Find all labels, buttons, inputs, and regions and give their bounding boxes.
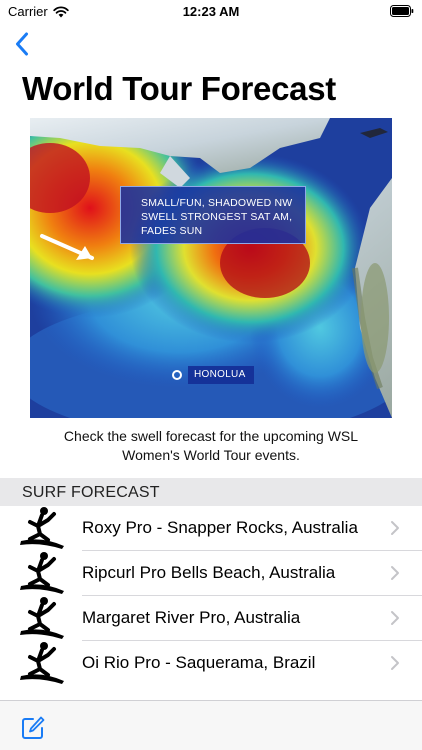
status-time: 12:23 AM — [182, 4, 240, 19]
compose-button[interactable] — [20, 715, 46, 741]
bottom-toolbar — [0, 700, 422, 750]
surfer-icon — [20, 642, 64, 684]
section-header: SURF FORECAST — [0, 478, 422, 506]
chevron-right-icon — [391, 521, 399, 535]
back-button[interactable] — [8, 28, 36, 60]
callout-line: SWELL STRONGEST SAT AM, — [141, 211, 293, 223]
list-item[interactable]: Roxy Pro - Snapper Rocks, Australia — [0, 506, 422, 551]
event-label: Ripcurl Pro Bells Beach, Australia — [82, 563, 336, 582]
caption-line: Women's World Tour events. — [122, 447, 300, 463]
surfer-icon — [20, 552, 64, 594]
event-label: Margaret River Pro, Australia — [82, 608, 301, 627]
forecast-callout: SMALL/FUN, SHADOWED NW SWELL STRONGEST S… — [120, 186, 306, 244]
event-label: Oi Rio Pro - Saquerama, Brazil — [82, 653, 316, 672]
chevron-left-icon — [16, 32, 28, 56]
forecast-caption: Check the swell forecast for the upcomin… — [0, 427, 422, 465]
navigation-bar — [0, 24, 422, 64]
chevron-right-icon — [391, 611, 399, 625]
callout-line: SMALL/FUN, SHADOWED NW — [141, 197, 293, 209]
surfer-icon — [20, 507, 64, 549]
list-item[interactable]: Margaret River Pro, Australia — [0, 596, 422, 641]
chevron-right-icon — [391, 656, 399, 670]
event-label: Roxy Pro - Snapper Rocks, Australia — [82, 518, 358, 537]
section-title: SURF FORECAST — [22, 484, 160, 501]
swell-forecast-map: SMALL/FUN, SHADOWED NW SWELL STRONGEST S… — [30, 118, 392, 418]
list-item[interactable]: Ripcurl Pro Bells Beach, Australia — [0, 551, 422, 596]
compose-icon — [22, 716, 45, 739]
chevron-right-icon — [391, 566, 399, 580]
location-label: HONOLUA — [188, 366, 254, 384]
list-item[interactable]: Oi Rio Pro - Saquerama, Brazil — [0, 641, 422, 686]
page-title: World Tour Forecast — [22, 70, 336, 107]
location-marker-icon — [172, 370, 182, 380]
battery-icon — [390, 5, 414, 17]
surfer-icon — [20, 597, 64, 639]
caption-line: Check the swell forecast for the upcomin… — [63, 428, 359, 444]
callout-line: FADES SUN — [141, 225, 203, 237]
status-bar: Carrier 12:23 AM — [0, 0, 422, 22]
event-list: Roxy Pro - Snapper Rocks, Australia Ripc… — [0, 506, 422, 686]
